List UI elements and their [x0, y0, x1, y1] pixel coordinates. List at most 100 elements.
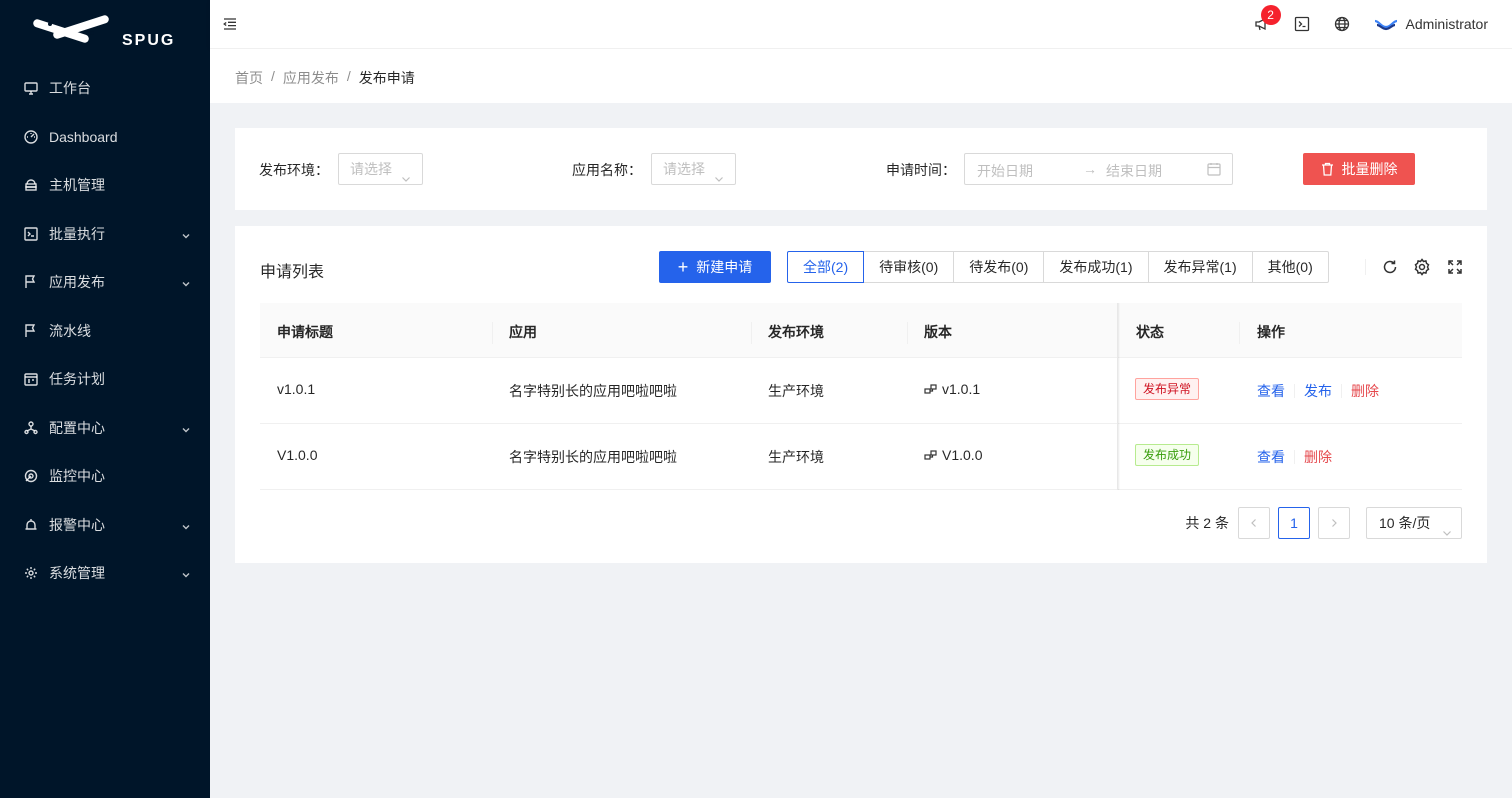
time-filter-label: 申请时间：: [886, 162, 956, 178]
fixed-column-shadow: [1117, 303, 1120, 490]
deployment-icon: [24, 421, 38, 435]
chevron-down-icon: [181, 519, 191, 535]
flag-icon: [24, 275, 38, 289]
sidebar: SPUG 工作台 Dashboard 主机管理 批量执行 应用发布 流水线 任务…: [0, 0, 210, 798]
sidebar-item-monitor[interactable]: 监控中心: [0, 456, 210, 496]
delete-link[interactable]: 删除: [1304, 447, 1332, 467]
notification-icon[interactable]: 2: [1254, 5, 1281, 32]
sidebar-item-label: 报警中心: [49, 517, 105, 533]
request-table: 申请标题 应用 发布环境 版本 状态 操作 v1.0.1 名字特别长的应用吧啦吧…: [260, 303, 1462, 490]
status-badge: 发布异常: [1135, 378, 1200, 400]
status-badge: 发布成功: [1135, 444, 1200, 466]
table-header: 申请标题 应用 发布环境 版本 状态 操作: [260, 303, 1462, 358]
top-header: 2 Administrator: [210, 0, 1512, 48]
status-filter-tabs: 全部(2) 待审核(0) 待发布(0) 发布成功(1) 发布异常(1) 其他(0…: [787, 251, 1329, 283]
reload-icon[interactable]: [1381, 258, 1399, 276]
chevron-down-icon: [181, 228, 191, 244]
sidebar-item-app-release[interactable]: 应用发布: [0, 262, 210, 302]
page-size-select[interactable]: 10 条/页: [1366, 507, 1462, 539]
prev-page-button[interactable]: [1238, 507, 1270, 539]
column-env[interactable]: 发布环境: [768, 322, 824, 342]
setting-icon[interactable]: [1413, 258, 1431, 276]
sidebar-item-label: 流水线: [49, 323, 91, 339]
start-date-input[interactable]: 开始日期: [977, 161, 1033, 181]
tab-release-error[interactable]: 发布异常(1): [1147, 251, 1253, 283]
next-page-button[interactable]: [1318, 507, 1350, 539]
tab-pending-review[interactable]: 待审核(0): [863, 251, 955, 283]
sidebar-item-batch-exec[interactable]: 批量执行: [0, 214, 210, 254]
sidebar-item-system[interactable]: 系统管理: [0, 553, 210, 593]
dashboard-icon: [24, 130, 38, 144]
delete-link[interactable]: 删除: [1351, 381, 1379, 401]
column-status[interactable]: 状态: [1136, 322, 1164, 342]
breadcrumb-item-home[interactable]: 首页: [235, 68, 263, 88]
chevron-down-icon: [181, 567, 191, 583]
sidebar-item-label: 工作台: [49, 80, 91, 96]
global-icon[interactable]: [1334, 16, 1350, 32]
sidebar-item-config[interactable]: 配置中心: [0, 408, 210, 448]
header-actions: 2 Administrator: [1254, 0, 1512, 48]
tab-all[interactable]: 全部(2): [787, 251, 865, 283]
avatar[interactable]: [1374, 17, 1398, 31]
tab-other[interactable]: 其他(0): [1251, 251, 1329, 283]
sidebar-item-schedule[interactable]: 任务计划: [0, 359, 210, 399]
row-actions: 查看 删除: [1257, 447, 1332, 467]
pagination: 共 2 条 1 10 条/页: [1185, 507, 1462, 539]
view-link[interactable]: 查看: [1257, 447, 1285, 467]
column-divider: [492, 322, 493, 344]
code-icon: [24, 227, 38, 241]
page-size-value: 10 条/页: [1379, 515, 1431, 531]
page-1-button[interactable]: 1: [1278, 507, 1310, 539]
column-divider: [1239, 322, 1240, 344]
app-logo[interactable]: SPUG: [0, 0, 210, 64]
date-range-picker[interactable]: 开始日期 → 结束日期: [964, 153, 1233, 185]
batch-delete-button[interactable]: 批量删除: [1303, 153, 1415, 185]
setting-icon: [24, 566, 38, 580]
column-version[interactable]: 版本: [924, 322, 952, 342]
cell-version: V1.0.0: [924, 447, 982, 463]
menu-fold-icon[interactable]: [222, 16, 238, 32]
branches-icon: [924, 449, 938, 461]
column-title[interactable]: 申请标题: [277, 322, 333, 342]
column-app[interactable]: 应用: [509, 322, 537, 342]
breadcrumb-item-app-release[interactable]: 应用发布: [283, 68, 339, 88]
terminal-icon[interactable]: [1294, 16, 1310, 32]
action-divider: [1294, 384, 1295, 398]
version-text: V1.0.0: [942, 447, 983, 463]
view-link[interactable]: 查看: [1257, 381, 1285, 401]
cell-app: 名字特别长的应用吧啦吧啦: [509, 383, 677, 399]
sidebar-item-hosts[interactable]: 主机管理: [0, 165, 210, 205]
branches-icon: [924, 383, 938, 395]
radar-icon: [24, 469, 38, 483]
fullscreen-icon[interactable]: [1446, 258, 1464, 276]
column-divider: [751, 322, 752, 344]
user-name[interactable]: Administrator: [1406, 16, 1488, 32]
sidebar-item-label: 系统管理: [49, 565, 105, 581]
app-select[interactable]: 请选择: [651, 153, 736, 185]
sidebar-item-label: 配置中心: [49, 420, 105, 436]
sidebar-item-label: Dashboard: [49, 129, 118, 145]
column-divider: [907, 322, 908, 344]
sidebar-item-dashboard[interactable]: Dashboard: [0, 117, 210, 157]
cell-app: 名字特别长的应用吧啦吧啦: [509, 449, 677, 465]
chevron-right-icon: [1332, 519, 1337, 527]
chevron-left-icon: [1251, 519, 1256, 527]
action-divider: [1294, 450, 1295, 464]
notification-badge: 2: [1260, 5, 1281, 25]
spug-logo-icon: SPUG: [33, 15, 173, 49]
sidebar-item-pipeline[interactable]: 流水线: [0, 311, 210, 351]
new-request-button[interactable]: + 新建申请: [659, 251, 771, 283]
flag-icon: [24, 324, 38, 338]
action-divider: [1341, 384, 1342, 398]
total-count: 共 2 条: [1185, 515, 1229, 531]
delete-icon: [1321, 162, 1334, 176]
tab-pending-release[interactable]: 待发布(0): [953, 251, 1045, 283]
release-link[interactable]: 发布: [1304, 381, 1332, 401]
env-select[interactable]: 请选择: [338, 153, 423, 185]
new-request-label: 新建申请: [696, 259, 753, 275]
sidebar-item-workbench[interactable]: 工作台: [0, 68, 210, 108]
schedule-icon: [24, 372, 38, 386]
tab-release-success[interactable]: 发布成功(1): [1043, 251, 1149, 283]
sidebar-item-alarm[interactable]: 报警中心: [0, 505, 210, 545]
end-date-input[interactable]: 结束日期: [1106, 161, 1162, 181]
